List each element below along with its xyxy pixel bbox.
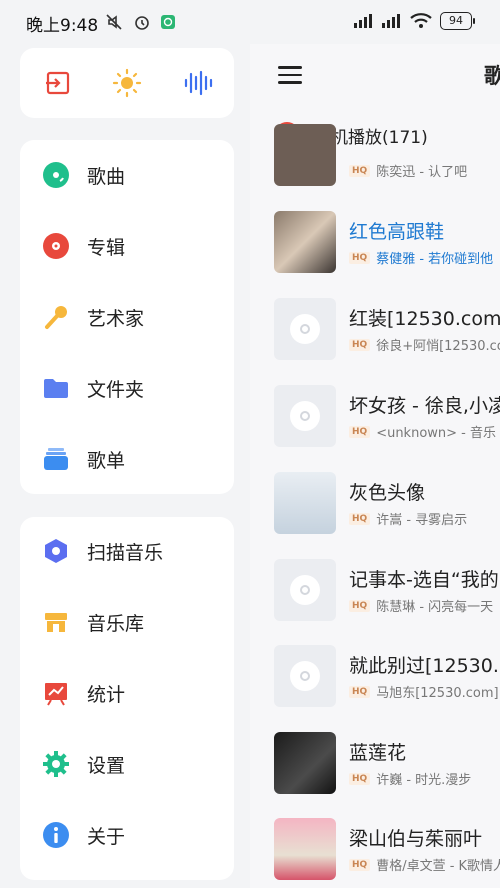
album-cover <box>274 472 336 534</box>
album-cover <box>274 818 336 880</box>
menu-item-settings[interactable]: 设置 <box>20 736 234 792</box>
album-cover <box>274 732 336 794</box>
brightness-icon[interactable] <box>112 68 142 98</box>
settings-gear-icon <box>42 750 70 778</box>
menu-item-about[interactable]: 关于 <box>20 807 234 863</box>
signal-icon-2 <box>382 14 400 28</box>
statistics-icon <box>42 679 70 707</box>
store-icon <box>42 608 70 636</box>
equalizer-icon[interactable] <box>183 68 213 98</box>
album-icon <box>42 232 70 260</box>
menu-item-albums[interactable]: 专辑 <box>20 218 234 274</box>
song-row-playing[interactable]: 红色高跟鞋 HQ 蔡健雅 - 若你碰到他 <box>274 211 500 273</box>
song-row[interactable]: 红装[12530.com] HQ徐良+阿悄[12530.com] <box>274 298 500 360</box>
signal-icon <box>354 14 372 28</box>
wifi-icon <box>410 13 432 28</box>
album-cover <box>274 124 336 186</box>
song-disc-icon <box>42 161 70 189</box>
scan-icon <box>42 537 70 565</box>
menu-hamburger-icon[interactable] <box>278 66 302 89</box>
library-menu-card: 歌曲 专辑 艺术家 文件夹 歌单 <box>20 140 234 494</box>
album-cover-placeholder <box>274 298 336 360</box>
album-cover-placeholder <box>274 559 336 621</box>
song-list-panel: 歌 随机播放(171) HQ 陈奕迅 - 认了吧 红色高跟鞋 HQ 蔡健雅 - 若你… <box>250 44 500 888</box>
alarm-icon <box>135 16 149 30</box>
song-row[interactable]: 坏女孩 - 徐良,小凌 HQ <unknown> - 音乐 <box>274 385 500 447</box>
battery-indicator: 94 <box>440 12 475 30</box>
app-notification-icon <box>161 15 175 29</box>
status-time: 晚上9:48 <box>26 16 99 36</box>
folder-icon <box>42 374 70 402</box>
menu-item-statistics[interactable]: 统计 <box>20 665 234 721</box>
info-icon <box>42 821 70 849</box>
menu-item-music-library[interactable]: 音乐库 <box>20 594 234 650</box>
menu-item-songs[interactable]: 歌曲 <box>20 147 234 203</box>
song-row[interactable]: 梁山伯与茱丽叶 HQ 曹格/卓文萱 - K歌情人 <box>274 818 500 880</box>
quick-actions-card <box>20 48 234 118</box>
album-cover <box>274 211 336 273</box>
song-row[interactable]: 就此别过[12530. HQ 马旭东[12530.com] <box>274 645 500 707</box>
tools-menu-card: 扫描音乐 音乐库 统计 设置 关于 <box>20 517 234 880</box>
album-cover-placeholder <box>274 385 336 447</box>
status-bar: 晚上9:48 94 <box>0 0 500 44</box>
song-row[interactable]: 灰色头像 HQ 许嵩 - 寻雾启示 <box>274 472 500 534</box>
menu-item-artists[interactable]: 艺术家 <box>20 289 234 345</box>
song-row[interactable]: HQ 陈奕迅 - 认了吧 <box>274 124 500 186</box>
exit-icon[interactable] <box>43 68 73 98</box>
page-title: 歌 <box>484 64 500 88</box>
song-row[interactable]: 记事本-选自“我的 HQ 陈慧琳 - 闪亮每一天 <box>274 559 500 621</box>
menu-item-scan-music[interactable]: 扫描音乐 <box>20 523 234 579</box>
song-row[interactable]: 蓝莲花 HQ 许巍 - 时光.漫步 <box>274 732 500 794</box>
mute-icon <box>106 14 122 30</box>
menu-item-folders[interactable]: 文件夹 <box>20 360 234 416</box>
album-cover-placeholder <box>274 645 336 707</box>
playlist-icon <box>42 445 70 473</box>
microphone-icon <box>42 303 70 331</box>
menu-item-playlists[interactable]: 歌单 <box>20 431 234 487</box>
